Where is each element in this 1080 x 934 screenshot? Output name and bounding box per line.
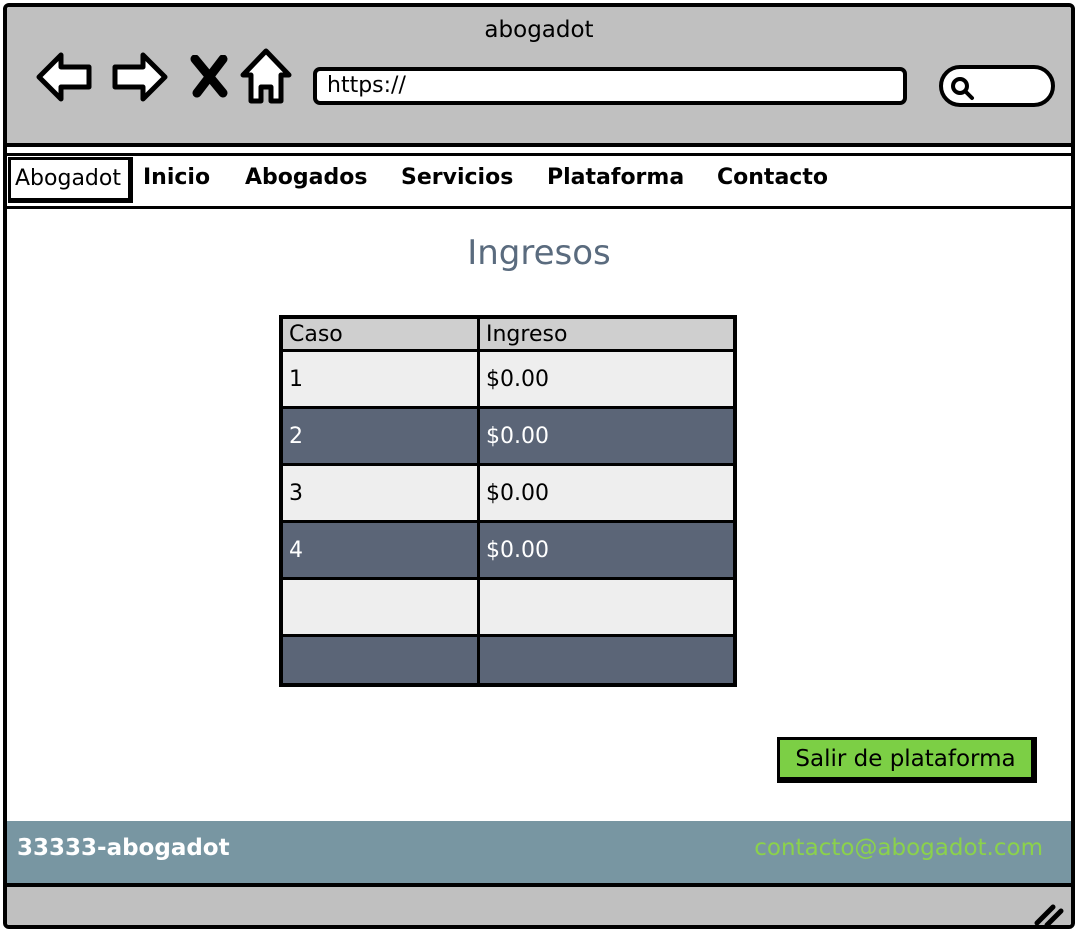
home-icon[interactable] (239, 47, 293, 107)
cell-ingreso: $0.00 (477, 349, 737, 409)
table-header-row: Caso Ingreso (279, 315, 737, 352)
browser-window: abogadot https:// Abogadot Inicio Abogad… (3, 3, 1075, 929)
exit-platform-button[interactable]: Salir de plataforma (777, 737, 1037, 783)
nav-item-abogados[interactable]: Abogados (245, 165, 367, 190)
browser-chrome: abogadot https:// (7, 7, 1071, 147)
search-icon (951, 77, 974, 100)
page-title: Ingresos (467, 233, 611, 273)
cell-caso: 2 (279, 406, 480, 466)
cell-caso: 1 (279, 349, 480, 409)
table-row (279, 577, 737, 637)
nav-item-plataforma[interactable]: Plataforma (547, 165, 684, 190)
resize-handle-icon[interactable] (1031, 899, 1065, 927)
back-icon[interactable] (35, 49, 95, 105)
footer-email[interactable]: contacto@abogadot.com (754, 835, 1043, 861)
cell-ingreso: $0.00 (477, 520, 737, 580)
cell-caso (279, 634, 480, 687)
column-header-caso: Caso (279, 315, 480, 352)
cell-ingreso: $0.00 (477, 463, 737, 523)
footer: 33333-abogadot contacto@abogadot.com (7, 821, 1071, 883)
cell-caso: 3 (279, 463, 480, 523)
forward-icon[interactable] (109, 49, 169, 105)
window-title: abogadot (484, 17, 594, 43)
nav-item-inicio[interactable]: Inicio (143, 165, 210, 190)
column-header-ingreso: Ingreso (477, 315, 737, 352)
table-row (279, 634, 737, 687)
table-row: 4 $0.00 (279, 520, 737, 580)
table-row: 3 $0.00 (279, 463, 737, 523)
search-box[interactable] (939, 65, 1055, 107)
status-bar (7, 883, 1071, 927)
brand-link[interactable]: Abogadot (8, 157, 133, 203)
table-row: 2 $0.00 (279, 406, 737, 466)
cell-caso (279, 577, 480, 637)
cell-caso: 4 (279, 520, 480, 580)
income-table: Caso Ingreso 1 $0.00 2 $0.00 3 $0.00 4 $… (279, 315, 737, 687)
cell-ingreso (477, 577, 737, 637)
close-icon[interactable] (189, 55, 229, 99)
url-bar[interactable]: https:// (313, 67, 907, 105)
nav-item-servicios[interactable]: Servicios (401, 165, 513, 190)
cell-ingreso: $0.00 (477, 406, 737, 466)
cell-ingreso (477, 634, 737, 687)
table-row: 1 $0.00 (279, 349, 737, 409)
footer-phone: 33333-abogadot (17, 835, 230, 861)
nav-item-contacto[interactable]: Contacto (717, 165, 828, 190)
nav-bar: Abogadot Inicio Abogados Servicios Plata… (7, 153, 1071, 209)
